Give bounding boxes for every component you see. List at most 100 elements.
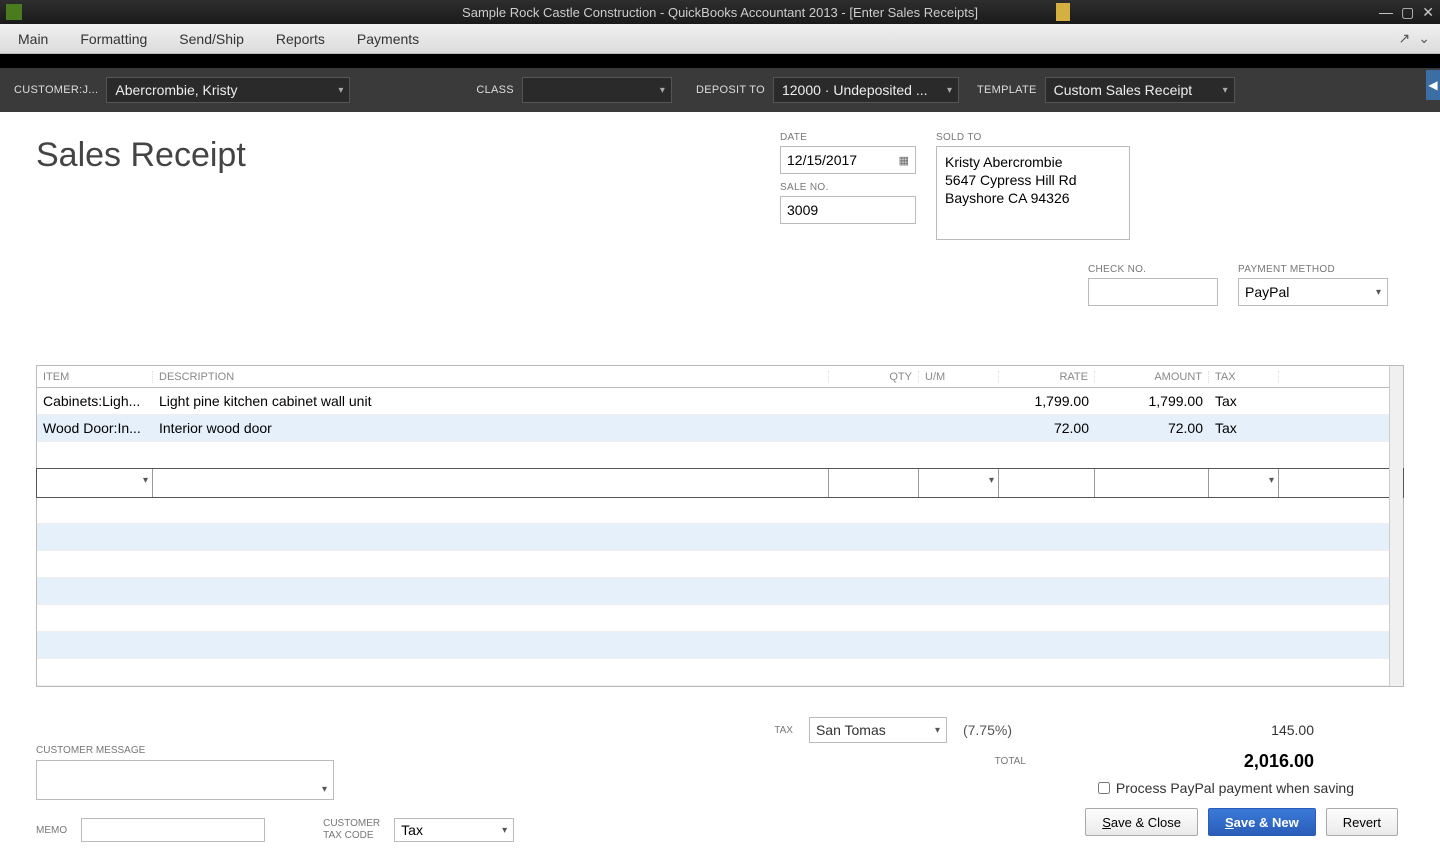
input-item[interactable] (37, 469, 153, 497)
line-items-table: ITEM DESCRIPTION QTY U/M RATE AMOUNT TAX… (36, 365, 1404, 687)
process-paypal-checkbox-input[interactable] (1098, 782, 1110, 794)
memo-input[interactable] (81, 818, 265, 842)
save-new-button[interactable]: Save & New (1208, 808, 1316, 836)
soldto-label: SOLD TO (936, 132, 1130, 143)
taxcode-select[interactable]: Tax (394, 818, 514, 842)
table-row[interactable] (37, 442, 1403, 469)
bookmark-icon[interactable] (1056, 3, 1070, 21)
paymethod-value: PayPal (1245, 284, 1289, 300)
tax-item-value: San Tomas (816, 722, 886, 738)
cell-tax: Tax (1209, 420, 1279, 436)
th-rate: RATE (999, 371, 1095, 383)
soldto-line1: Kristy Abercrombie (945, 153, 1121, 171)
tab-send-ship[interactable]: Send/Ship (179, 31, 244, 47)
customer-message-label: CUSTOMER MESSAGE (36, 745, 1404, 756)
soldto-line3: Bayshore CA 94326 (945, 189, 1121, 207)
input-amt[interactable] (1095, 469, 1209, 497)
input-rate[interactable] (999, 469, 1095, 497)
checkno-label: CHECK NO. (1088, 264, 1218, 275)
tax-item-select[interactable]: San Tomas (809, 717, 947, 743)
right-panel-collapse[interactable]: ◀ (1426, 70, 1440, 100)
cell-item: Cabinets:Ligh... (37, 393, 153, 409)
table-row[interactable] (37, 605, 1403, 632)
saleno-label: SALE NO. (780, 182, 916, 193)
template-select[interactable]: Custom Sales Receipt (1045, 77, 1235, 103)
memo-label: MEMO (36, 825, 67, 836)
table-input-row[interactable] (36, 468, 1404, 498)
taxcode-label-1: CUSTOMER (323, 818, 380, 830)
checkno-input[interactable] (1088, 278, 1218, 306)
table-row[interactable] (37, 632, 1403, 659)
template-label: TEMPLATE (977, 84, 1037, 96)
save-close-button[interactable]: Save & Close (1085, 808, 1198, 836)
page-title: Sales Receipt (36, 136, 1404, 175)
input-qty[interactable] (829, 469, 919, 497)
table-row[interactable] (37, 497, 1403, 524)
process-paypal-checkbox[interactable]: Process PayPal payment when saving (1098, 780, 1354, 796)
th-amount: AMOUNT (1095, 371, 1209, 383)
window-titlebar: Sample Rock Castle Construction - QuickB… (0, 0, 1440, 24)
cell-amt: 72.00 (1095, 420, 1209, 436)
class-label: CLASS (476, 84, 514, 96)
th-qty: QTY (829, 371, 919, 383)
saleno-input[interactable] (780, 196, 916, 224)
cell-tax: Tax (1209, 393, 1279, 409)
deposit-value: 12000 · Undeposited ... (782, 82, 928, 98)
tax-amount: 145.00 (1224, 722, 1314, 738)
table-row[interactable] (37, 578, 1403, 605)
deposit-select[interactable]: 12000 · Undeposited ... (773, 77, 959, 103)
th-item: ITEM (37, 371, 153, 383)
revert-button[interactable]: Revert (1326, 808, 1398, 836)
table-row[interactable] (37, 659, 1403, 686)
cell-desc: Interior wood door (153, 420, 829, 436)
tab-payments[interactable]: Payments (357, 31, 419, 47)
tax-label: TAX (774, 725, 793, 736)
process-paypal-label: Process PayPal payment when saving (1116, 780, 1354, 796)
form-header-bar: CUSTOMER:J... Abercrombie, Kristy CLASS … (0, 68, 1440, 112)
class-select[interactable] (522, 77, 672, 103)
soldto-line2: 5647 Cypress Hill Rd (945, 171, 1121, 189)
customer-select[interactable]: Abercrombie, Kristy (106, 77, 350, 103)
popout-icon[interactable]: ↗ (1399, 30, 1411, 47)
tax-rate: (7.75%) (963, 722, 1012, 738)
input-um[interactable] (919, 469, 999, 497)
table-row[interactable]: Cabinets:Ligh... Light pine kitchen cabi… (37, 388, 1403, 415)
tab-formatting[interactable]: Formatting (80, 31, 147, 47)
table-row[interactable] (37, 524, 1403, 551)
date-input[interactable]: 12/15/2017 ▦ (780, 146, 916, 174)
cell-amt: 1,799.00 (1095, 393, 1209, 409)
close-icon[interactable]: ✕ (1422, 4, 1434, 21)
soldto-box[interactable]: Kristy Abercrombie 5647 Cypress Hill Rd … (936, 146, 1130, 240)
maximize-icon[interactable]: ▢ (1401, 4, 1414, 21)
th-um: U/M (919, 371, 999, 383)
input-tax[interactable] (1209, 469, 1279, 497)
cell-desc: Light pine kitchen cabinet wall unit (153, 393, 829, 409)
tab-reports[interactable]: Reports (276, 31, 325, 47)
input-desc[interactable] (153, 469, 829, 497)
paymethod-select[interactable]: PayPal (1238, 278, 1388, 306)
ribbon-tabs: Main Formatting Send/Ship Reports Paymen… (0, 24, 1440, 54)
customer-message-select[interactable] (36, 760, 334, 800)
table-row[interactable]: Wood Door:In... Interior wood door 72.00… (37, 415, 1403, 442)
tab-main[interactable]: Main (18, 31, 48, 47)
customer-value: Abercrombie, Kristy (115, 82, 237, 98)
window-title: Sample Rock Castle Construction - QuickB… (462, 5, 978, 20)
template-value: Custom Sales Receipt (1054, 82, 1193, 98)
minimize-icon[interactable]: — (1379, 4, 1393, 21)
black-strip (0, 54, 1440, 68)
table-row[interactable] (37, 551, 1403, 578)
taxcode-label-2: TAX CODE (323, 830, 380, 842)
th-desc: DESCRIPTION (153, 371, 829, 383)
paymethod-label: PAYMENT METHOD (1238, 264, 1388, 275)
taxcode-value: Tax (401, 822, 423, 838)
scrollbar[interactable] (1389, 366, 1403, 686)
chevron-down-icon[interactable]: ⌄ (1418, 30, 1430, 47)
cell-rate: 72.00 (999, 420, 1095, 436)
cell-item: Wood Door:In... (37, 420, 153, 436)
app-icon (6, 4, 22, 20)
th-tax: TAX (1209, 371, 1279, 383)
date-value: 12/15/2017 (787, 152, 857, 168)
customer-label: CUSTOMER:J... (14, 84, 98, 96)
calendar-icon[interactable]: ▦ (899, 154, 909, 167)
date-label: DATE (780, 132, 916, 143)
